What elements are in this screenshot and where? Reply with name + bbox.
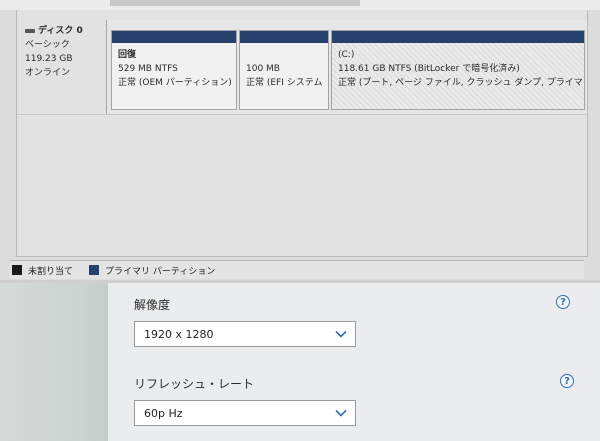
legend-label-primary: プライマリ パーティション <box>105 266 216 277</box>
resolution-value: 1920 x 1280 <box>144 327 214 341</box>
disk-status: オンライン <box>25 68 71 78</box>
scroll-thumb[interactable] <box>110 0 360 6</box>
partition-size: 529 MB NTFS <box>118 64 178 74</box>
refresh-rate-value: 60p Hz <box>144 406 183 420</box>
partition-efi[interactable]: 100 MB 正常 (EFI システム <box>239 30 329 110</box>
disk-management-window: ディスク 0 ベーシック 119.23 GB オンライン 回復 529 MB N… <box>0 0 600 283</box>
partition-status: 正常 (ブート, ページ ファイル, クラッシュ ダンプ, プライマリ <box>338 78 584 88</box>
disk-name: ディスク 0 <box>38 26 83 36</box>
refresh-rate-dropdown[interactable]: 60p Hz <box>134 400 356 426</box>
top-scroll-strip <box>0 0 600 10</box>
partition-legend: 未割り当て プライマリ パーティション <box>10 260 584 279</box>
resolution-heading: 解像度 <box>134 298 171 312</box>
partition-title <box>246 48 328 62</box>
partition-header <box>240 31 328 43</box>
display-settings: 解像度 ? 1920 x 1280 リフレッシュ・レート ? 60p Hz <box>0 283 600 441</box>
disk-size: 119.23 GB <box>25 54 73 64</box>
partition-title: 回復 <box>118 50 137 60</box>
partition-c-drive[interactable]: (C:) 118.61 GB NTFS (BitLocker で暗号化済み) 正… <box>331 30 585 110</box>
partition-status: 正常 (OEM パーティション) <box>118 78 232 88</box>
chevron-down-icon <box>335 409 347 417</box>
resolution-help-icon[interactable]: ? <box>556 295 570 309</box>
refresh-rate-heading: リフレッシュ・レート <box>134 377 255 391</box>
partition-status: 正常 (EFI システム <box>246 78 323 88</box>
disk-type: ベーシック <box>25 40 70 50</box>
chevron-down-icon <box>335 330 347 338</box>
refresh-rate-help-icon[interactable]: ? <box>560 374 574 388</box>
partition-size: 100 MB <box>246 64 280 74</box>
disk-graph-panel: ディスク 0 ベーシック 119.23 GB オンライン 回復 529 MB N… <box>16 10 588 257</box>
legend-swatch-unallocated <box>12 265 22 275</box>
resolution-dropdown[interactable]: 1920 x 1280 <box>134 321 356 347</box>
partition-title: (C:) <box>338 50 355 60</box>
disk-row[interactable]: ディスク 0 ベーシック 119.23 GB オンライン 回復 529 MB N… <box>17 20 587 115</box>
disk-label[interactable]: ディスク 0 ベーシック 119.23 GB オンライン <box>17 20 107 114</box>
legend-label-unallocated: 未割り当て <box>28 266 74 277</box>
partition-size: 118.61 GB NTFS (BitLocker で暗号化済み) <box>338 64 520 74</box>
partition-recovery[interactable]: 回復 529 MB NTFS 正常 (OEM パーティション) <box>111 30 237 110</box>
partition-header <box>332 31 584 43</box>
settings-side-panel <box>0 283 108 441</box>
legend-swatch-primary <box>89 265 100 275</box>
disk-icon <box>25 29 35 33</box>
partition-header <box>112 31 236 43</box>
